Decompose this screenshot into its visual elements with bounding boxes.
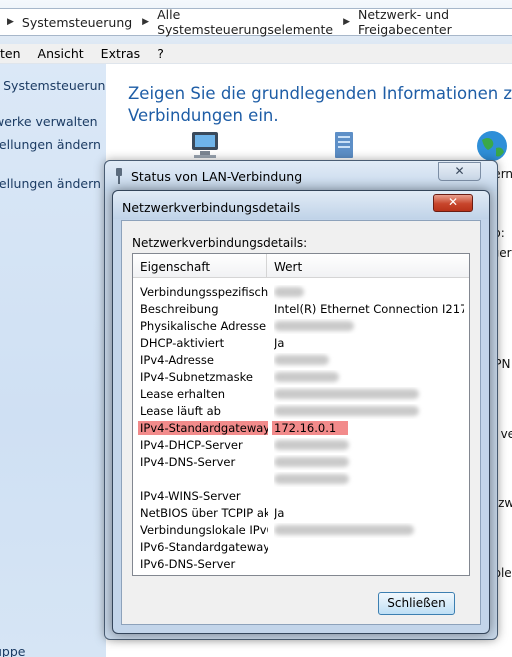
redacted-value [274, 321, 354, 331]
details-listview[interactable]: Eigenschaft Wert Verbindungsspezifisches… [132, 253, 470, 576]
address-bar-area: ▶ Systemsteuerung ▶ Alle Systemsteuerung… [0, 0, 512, 44]
table-row[interactable]: IPv4-WINS-Server [133, 488, 469, 505]
redacted-value [274, 457, 349, 467]
table-row[interactable]: Physikalische Adresse [133, 318, 469, 335]
close-icon: ✕ [454, 164, 465, 178]
network-icon [335, 132, 353, 158]
table-row[interactable]: IPv6-Standardgateway [133, 539, 469, 556]
table-row[interactable]: Beschreibung Intel(R) Ethernet Connection… [133, 301, 469, 318]
row-value [274, 455, 464, 470]
row-property: NetBIOS über TCPIP ak... [140, 506, 268, 520]
details-dialog-title: Netzwerkverbindungsdetails [122, 200, 301, 215]
page-title: Zeigen Sie die grundlegenden Information… [128, 84, 512, 125]
row-property: Beschreibung [140, 302, 219, 316]
breadcrumb-systemsteuerung[interactable]: ▶ Systemsteuerung [0, 15, 132, 30]
table-row[interactable]: DHCP-aktiviert Ja [133, 335, 469, 352]
table-row[interactable]: IPv4-Subnetzmaske [133, 369, 469, 386]
row-property: Verbindungslokale IPv6-... [140, 523, 268, 537]
table-row[interactable]: Verbindungslokale IPv6-... [133, 522, 469, 539]
row-value [274, 387, 464, 402]
sidebar-link-netzwerke-verwalten[interactable]: werke verwalten [0, 114, 98, 129]
row-property: IPv4-DHCP-Server [140, 438, 243, 452]
row-value [274, 523, 464, 538]
status-window-titlebar[interactable]: Status von LAN-Verbindung ✕ [105, 161, 497, 191]
globe-icon [477, 131, 507, 161]
sidebar-link-heimnetzgruppe[interactable]: uppe [0, 644, 25, 657]
close-icon: ✕ [447, 195, 459, 209]
row-value [274, 438, 464, 453]
redacted-value [274, 525, 414, 535]
breadcrumb-arrow-icon[interactable]: ▶ [142, 17, 149, 27]
table-row[interactable]: IPv4-Adresse [133, 352, 469, 369]
table-row[interactable]: IPv4-DNS-Server [133, 454, 469, 471]
computer-icon [192, 132, 218, 158]
row-property: IPv6-Standardgateway [140, 540, 268, 554]
redacted-value [274, 287, 304, 297]
network-cable-icon [116, 168, 122, 184]
menu-item-help[interactable]: ? [157, 46, 164, 61]
table-row[interactable]: Lease erhalten [133, 386, 469, 403]
column-divider[interactable] [266, 254, 267, 278]
details-dialog-titlebar[interactable]: Netzwerkverbindungsdetails ✕ [113, 191, 489, 219]
row-property: Physikalische Adresse [140, 319, 267, 333]
menu-item-bearbeiten[interactable]: ten [0, 46, 21, 61]
row-value [274, 353, 464, 368]
row-property: IPv4-WINS-Server [140, 489, 241, 503]
table-row[interactable]: IPv4-Standardgateway 172.16.0.1 [133, 420, 469, 437]
table-row[interactable]: NetBIOS über TCPIP ak... Ja [133, 505, 469, 522]
row-value: Ja [274, 336, 285, 350]
row-value [274, 285, 464, 300]
redacted-value [274, 440, 349, 450]
details-dialog-body: Netzwerkverbindungsdetails: Eigenschaft … [121, 220, 481, 625]
table-row[interactable]: IPv6-DNS-Server [133, 556, 469, 573]
sidebar-link-systemsteuerung[interactable]: r Systemsteuerung [0, 78, 106, 93]
row-property: IPv4-DNS-Server [140, 455, 236, 469]
details-close-button[interactable]: ✕ [433, 194, 473, 212]
redacted-value [274, 372, 339, 382]
status-close-button[interactable]: ✕ [438, 162, 481, 181]
row-property: Lease erhalten [140, 387, 226, 401]
column-header-property[interactable]: Eigenschaft [140, 260, 210, 274]
redacted-value [274, 355, 329, 365]
row-property: Lease läuft ab [140, 404, 221, 418]
row-property: IPv4-Standardgateway [138, 421, 268, 435]
status-window-title: Status von LAN-Verbindung [131, 169, 303, 184]
breadcrumb-alle-elemente[interactable]: ▶ Alle Systemsteuerungselemente [132, 7, 333, 37]
row-value: Intel(R) Ethernet Connection I217-LM [274, 302, 464, 316]
close-button[interactable]: Schließen [378, 592, 455, 615]
section-label: Netzwerkverbindungsdetails: [132, 236, 308, 250]
listview-rows: Verbindungsspezifisches... Beschreibung In… [133, 284, 469, 573]
details-dialog: Netzwerkverbindungsdetails ✕ Netzwerkver… [112, 190, 490, 634]
row-value: Ja [274, 506, 285, 520]
redacted-value [274, 389, 419, 399]
row-value [274, 404, 464, 419]
menu-item-extras[interactable]: Extras [101, 46, 141, 61]
row-value [274, 319, 464, 334]
row-value [274, 472, 464, 487]
row-property: IPv6-DNS-Server [140, 557, 236, 571]
menu-item-ansicht[interactable]: Ansicht [38, 46, 84, 61]
menu-bar: ten Ansicht Extras ? [0, 44, 512, 64]
breadcrumb-netzwerkcenter[interactable]: ▶ Netzwerk- und Freigabecenter [333, 7, 512, 37]
row-property: Verbindungsspezifisches... [140, 285, 268, 299]
listview-header: Eigenschaft Wert [133, 254, 469, 278]
redacted-value [274, 474, 349, 484]
sidebar-link-adaptereinstellungen[interactable]: tellungen ändern [0, 137, 101, 152]
table-row[interactable] [133, 471, 469, 488]
address-bar[interactable]: ▶ Systemsteuerung ▶ Alle Systemsteuerung… [0, 7, 512, 37]
row-value [274, 370, 464, 385]
row-property: IPv4-Adresse [140, 353, 214, 367]
table-row[interactable]: IPv4-DHCP-Server [133, 437, 469, 454]
breadcrumb-arrow-icon[interactable]: ▶ [7, 17, 14, 27]
row-value: 172.16.0.1 [272, 421, 348, 435]
breadcrumb-arrow-icon[interactable]: ▶ [343, 17, 350, 27]
row-property: IPv4-Subnetzmaske [140, 370, 253, 384]
table-row[interactable]: Verbindungsspezifisches... [133, 284, 469, 301]
sidebar-link-freigabeeinstellungen[interactable]: tellungen ändern [0, 176, 101, 191]
table-row[interactable]: Lease läuft ab [133, 403, 469, 420]
column-header-value[interactable]: Wert [274, 260, 302, 274]
redacted-value [274, 406, 419, 416]
sidebar: r Systemsteuerung werke verwalten tellun… [0, 64, 106, 657]
row-property: DHCP-aktiviert [140, 336, 225, 350]
